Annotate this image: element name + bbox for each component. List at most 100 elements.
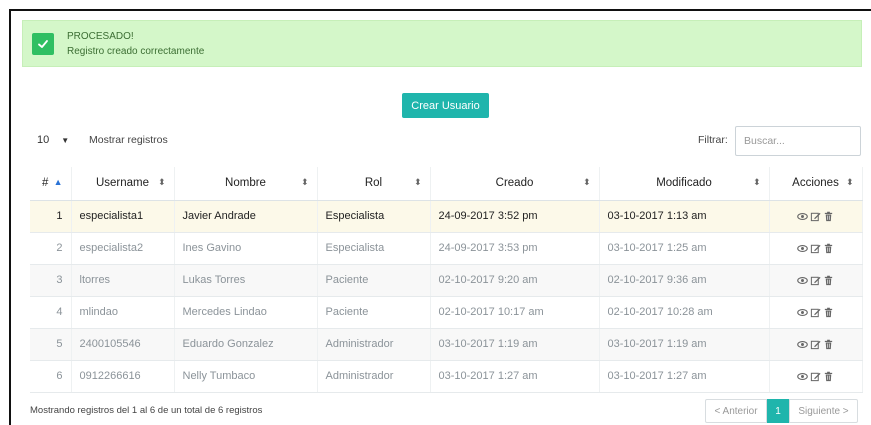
edit-icon[interactable] bbox=[810, 275, 821, 286]
modificado-cell: 03-10-2017 1:19 am bbox=[599, 328, 770, 361]
create-user-button[interactable]: Crear Usuario bbox=[402, 93, 489, 118]
creado-cell: 03-10-2017 1:19 am bbox=[430, 328, 600, 361]
nombre-cell: Javier Andrade bbox=[174, 200, 318, 233]
eye-icon[interactable] bbox=[797, 243, 808, 254]
edit-icon[interactable] bbox=[810, 307, 821, 318]
eye-icon[interactable] bbox=[797, 307, 808, 318]
row-number-cell: 6 bbox=[30, 360, 72, 393]
sort-icon: ⬍ bbox=[752, 177, 761, 187]
sort-asc-icon: ▲ bbox=[53, 177, 63, 187]
trash-icon[interactable] bbox=[823, 371, 834, 382]
actions-cell bbox=[769, 264, 863, 297]
row-number-cell: 4 bbox=[30, 296, 72, 329]
actions-cell bbox=[769, 328, 863, 361]
sort-icon: ⬍ bbox=[413, 177, 422, 187]
nombre-cell: Mercedes Lindao bbox=[174, 296, 318, 329]
column-header-username[interactable]: Username ⬍ bbox=[71, 167, 175, 201]
column-header-label: Username bbox=[95, 177, 150, 190]
eye-icon[interactable] bbox=[797, 275, 808, 286]
sort-icon: ⬍ bbox=[157, 177, 166, 187]
rol-cell: Especialista bbox=[317, 200, 431, 233]
modificado-cell: 03-10-2017 1:13 am bbox=[599, 200, 770, 233]
creado-cell: 24-09-2017 3:53 pm bbox=[430, 232, 600, 265]
page-length-label: Mostrar registros bbox=[89, 134, 168, 146]
next-page-button[interactable]: Siguiente > bbox=[789, 399, 858, 423]
rol-cell: Administrador bbox=[317, 328, 431, 361]
creado-cell: 02-10-2017 10:17 am bbox=[430, 296, 600, 329]
table-row[interactable]: 4 mlindao Mercedes Lindao Paciente 02-10-201… bbox=[30, 296, 863, 329]
column-header-label: # bbox=[42, 177, 49, 190]
sort-icon: ⬍ bbox=[845, 177, 854, 187]
page-length-select[interactable]: 10 ▼ bbox=[32, 131, 82, 149]
row-number-cell: 1 bbox=[30, 200, 72, 233]
username-cell: ltorres bbox=[71, 264, 175, 297]
rol-cell: Administrador bbox=[317, 360, 431, 393]
rol-cell: Paciente bbox=[317, 264, 431, 297]
column-header-creado[interactable]: Creado ⬍ bbox=[430, 167, 600, 201]
success-alert: PROCESADO! Registro creado correctamente bbox=[22, 20, 862, 67]
column-header-label: Creado bbox=[495, 177, 534, 190]
edit-icon[interactable] bbox=[810, 371, 821, 382]
table-row[interactable]: 6 0912266616 Nelly Tumbaco Administrador 03-… bbox=[30, 360, 863, 393]
caret-down-icon: ▼ bbox=[61, 135, 70, 145]
users-table: # ▲ Username ⬍ Nombre ⬍ Rol ⬍ Creado ⬍ Modifi… bbox=[30, 167, 863, 393]
creado-cell: 24-09-2017 3:52 pm bbox=[430, 200, 600, 233]
filter-label: Filtrar: bbox=[698, 134, 728, 146]
nombre-cell: Ines Gavino bbox=[174, 232, 318, 265]
column-header-rol[interactable]: Rol ⬍ bbox=[317, 167, 431, 201]
previous-page-button[interactable]: < Anterior bbox=[705, 399, 767, 423]
table-row[interactable]: 3 ltorres Lukas Torres Paciente 02-10-2017 9… bbox=[30, 264, 863, 297]
alert-message: Registro creado correctamente bbox=[67, 46, 205, 57]
column-header-number[interactable]: # ▲ bbox=[30, 167, 72, 201]
actions-cell bbox=[769, 200, 863, 233]
column-header-label: Acciones bbox=[792, 177, 839, 190]
rol-cell: Paciente bbox=[317, 296, 431, 329]
column-header-modificado[interactable]: Modificado ⬍ bbox=[599, 167, 770, 201]
table-row[interactable]: 1 especialista1 Javier Andrade Especialista… bbox=[30, 200, 863, 233]
column-header-label: Modificado bbox=[656, 177, 712, 190]
eye-icon[interactable] bbox=[797, 339, 808, 350]
pagination: < Anterior 1 Siguiente > bbox=[705, 399, 858, 423]
row-number-cell: 2 bbox=[30, 232, 72, 265]
trash-icon[interactable] bbox=[823, 339, 834, 350]
column-header-label: Rol bbox=[364, 177, 383, 190]
column-header-nombre[interactable]: Nombre ⬍ bbox=[174, 167, 318, 201]
trash-icon[interactable] bbox=[823, 307, 834, 318]
creado-cell: 03-10-2017 1:27 am bbox=[430, 360, 600, 393]
page-1-button[interactable]: 1 bbox=[767, 399, 789, 423]
row-number-cell: 5 bbox=[30, 328, 72, 361]
table-info: Mostrando registros del 1 al 6 de un tot… bbox=[30, 405, 263, 416]
username-cell: mlindao bbox=[71, 296, 175, 329]
row-number-cell: 3 bbox=[30, 264, 72, 297]
creado-cell: 02-10-2017 9:20 am bbox=[430, 264, 600, 297]
column-header-acciones[interactable]: Acciones ⬍ bbox=[769, 167, 863, 201]
edit-icon[interactable] bbox=[810, 243, 821, 254]
search-input[interactable] bbox=[735, 126, 861, 156]
table-row[interactable]: 5 2400105546 Eduardo Gonzalez Administrador… bbox=[30, 328, 863, 361]
page-length-value: 10 bbox=[37, 134, 50, 146]
table-header-row: # ▲ Username ⬍ Nombre ⬍ Rol ⬍ Creado ⬍ Modifi… bbox=[30, 167, 863, 201]
eye-icon[interactable] bbox=[797, 371, 808, 382]
modificado-cell: 03-10-2017 1:27 am bbox=[599, 360, 770, 393]
sort-icon: ⬍ bbox=[582, 177, 591, 187]
actions-cell bbox=[769, 296, 863, 329]
edit-icon[interactable] bbox=[810, 339, 821, 350]
modificado-cell: 02-10-2017 9:36 am bbox=[599, 264, 770, 297]
eye-icon[interactable] bbox=[797, 211, 808, 222]
trash-icon[interactable] bbox=[823, 211, 834, 222]
nombre-cell: Nelly Tumbaco bbox=[174, 360, 318, 393]
nombre-cell: Lukas Torres bbox=[174, 264, 318, 297]
modificado-cell: 03-10-2017 1:25 am bbox=[599, 232, 770, 265]
username-cell: especialista1 bbox=[71, 200, 175, 233]
rol-cell: Especialista bbox=[317, 232, 431, 265]
edit-icon[interactable] bbox=[810, 211, 821, 222]
username-cell: 0912266616 bbox=[71, 360, 175, 393]
table-row[interactable]: 2 especialista2 Ines Gavino Especialista 24-… bbox=[30, 232, 863, 265]
check-icon bbox=[32, 33, 54, 55]
actions-cell bbox=[769, 360, 863, 393]
trash-icon[interactable] bbox=[823, 243, 834, 254]
alert-title: PROCESADO! bbox=[67, 31, 134, 42]
actions-cell bbox=[769, 232, 863, 265]
trash-icon[interactable] bbox=[823, 275, 834, 286]
modificado-cell: 02-10-2017 10:28 am bbox=[599, 296, 770, 329]
